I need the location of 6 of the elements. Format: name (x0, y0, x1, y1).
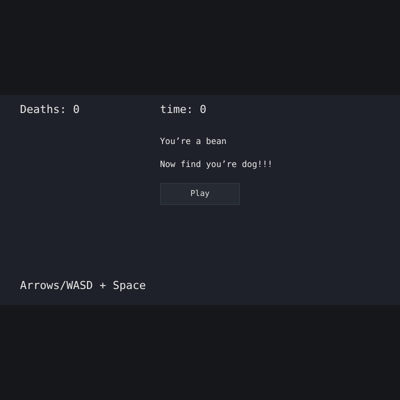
play-button[interactable]: Play (160, 183, 240, 205)
time-counter: time: 0 (160, 102, 206, 118)
intro-text: Now find you’re dog!!! (160, 159, 273, 172)
controls-hint: Arrows/WASD + Space (20, 278, 146, 294)
deaths-counter: Deaths: 0 (20, 102, 81, 118)
intro-text: You’re a bean (160, 136, 227, 148)
